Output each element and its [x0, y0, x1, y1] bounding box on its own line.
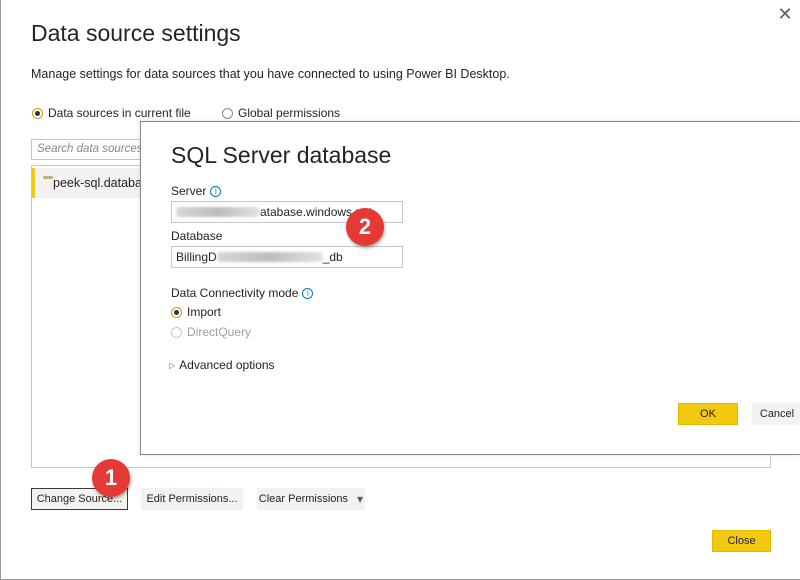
- data-source-settings-window: ✕ Data source settings Manage settings f…: [0, 0, 800, 580]
- info-icon[interactable]: i: [302, 287, 314, 299]
- clear-permissions-label: Clear Permissions: [258, 493, 349, 505]
- directquery-label: DirectQuery: [187, 325, 252, 339]
- cancel-button[interactable]: Cancel: [752, 403, 800, 425]
- database-value-prefix: BillingD: [176, 250, 217, 264]
- search-input[interactable]: Search data sources: [31, 139, 147, 160]
- radio-global-label: Global permissions: [238, 106, 341, 120]
- clear-permissions-button[interactable]: Clear Permissions ▼: [257, 488, 365, 510]
- database-value-suffix: _db: [322, 250, 343, 264]
- window-title: Data source settings: [31, 20, 241, 46]
- radio-import[interactable]: Import: [171, 305, 221, 319]
- edit-permissions-button[interactable]: Edit Permissions...: [141, 488, 243, 510]
- advanced-options-toggle[interactable]: ▷ Advanced options: [169, 358, 275, 372]
- radio-global-permissions[interactable]: Global permissions: [222, 106, 340, 120]
- step-badge-2: 2: [346, 208, 384, 246]
- close-icon[interactable]: ✕: [775, 5, 795, 25]
- info-icon[interactable]: i: [210, 185, 222, 197]
- ok-button[interactable]: OK: [678, 403, 738, 425]
- dialog-title: SQL Server database: [171, 142, 392, 168]
- step-badge-1: 1: [92, 459, 130, 497]
- connectivity-mode-text: Data Connectivity mode: [171, 286, 299, 300]
- database-label: Database: [171, 229, 223, 243]
- server-label-text: Server: [171, 184, 207, 198]
- chevron-down-icon: ▼: [357, 494, 364, 504]
- radio-current-file[interactable]: Data sources in current file: [32, 106, 191, 120]
- radio-unchecked-icon: [171, 326, 182, 338]
- radio-checked-icon: [171, 306, 182, 318]
- radio-directquery[interactable]: DirectQuery: [171, 325, 251, 339]
- advanced-options-label: Advanced options: [179, 358, 275, 372]
- connectivity-mode-label: Data Connectivity mode i: [171, 286, 314, 300]
- sql-server-database-dialog: SQL Server database Server i atabase.win…: [140, 121, 800, 455]
- database-input[interactable]: BillingD _db: [171, 246, 403, 268]
- radio-current-file-label: Data sources in current file: [48, 106, 191, 120]
- radio-checked-icon: [32, 107, 43, 119]
- close-button[interactable]: Close: [712, 530, 771, 552]
- blurred-text: [176, 207, 260, 217]
- chevron-right-icon: ▷: [169, 360, 176, 370]
- blurred-text: [216, 252, 323, 262]
- list-item[interactable]: peek-sql.database.windows.net: [32, 168, 141, 198]
- radio-unchecked-icon: [222, 107, 233, 119]
- window-subtitle: Manage settings for data sources that yo…: [31, 67, 510, 81]
- import-label: Import: [187, 305, 222, 319]
- server-label: Server i: [171, 184, 222, 198]
- list-item-label: peek-sql.database.windows.net: [53, 176, 141, 190]
